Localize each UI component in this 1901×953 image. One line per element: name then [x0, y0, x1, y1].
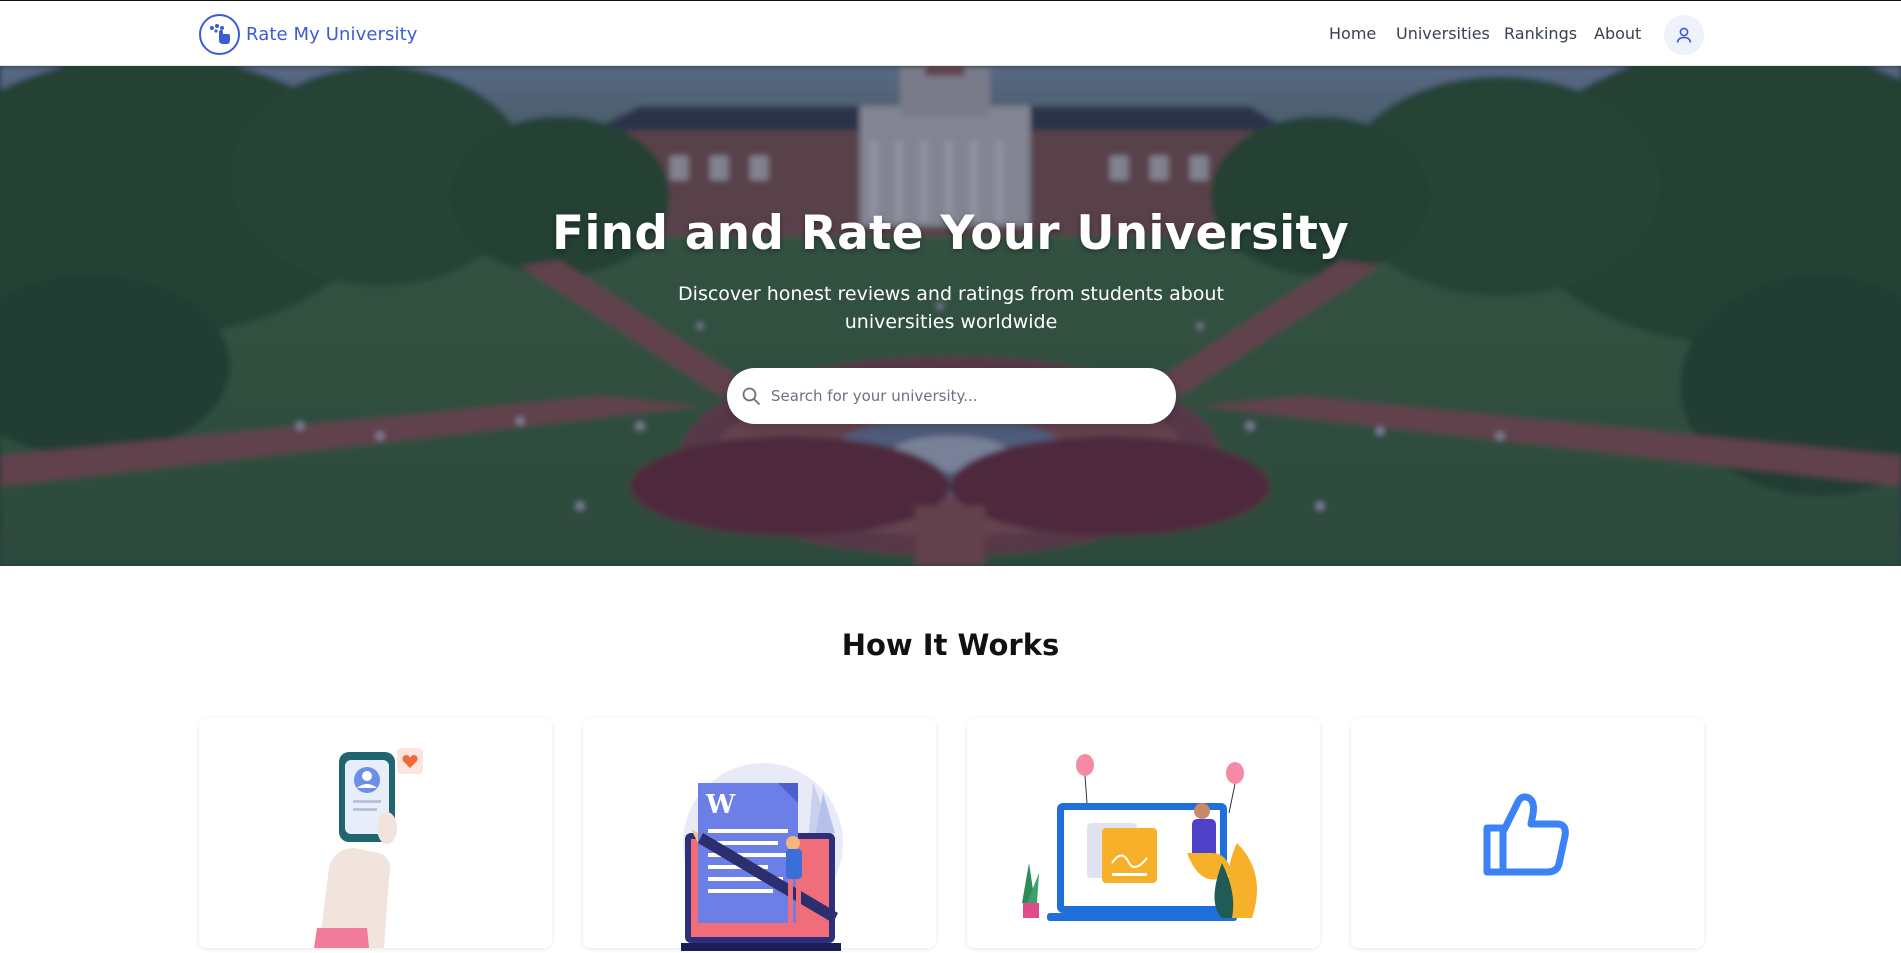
brand-link[interactable]: Rate My University: [199, 14, 418, 55]
hero-title: Find and Rate Your University: [552, 206, 1349, 261]
brand-logo-icon: [199, 14, 240, 55]
nav-home[interactable]: Home: [1329, 24, 1376, 43]
search-input[interactable]: [771, 387, 1161, 405]
search-icon: [742, 387, 760, 405]
nav-universities[interactable]: Universities: [1396, 24, 1490, 43]
thumbs-up-icon: [1483, 793, 1569, 876]
step-card-1: [199, 718, 552, 948]
site-header: Rate My University Home Universities Ran…: [0, 0, 1901, 66]
laptop-presentation-icon: [1022, 754, 1257, 921]
hero-section: Find and Rate Your University Discover h…: [0, 66, 1901, 566]
search-bar: [727, 368, 1176, 424]
svg-text:W: W: [705, 790, 736, 820]
nav-about[interactable]: About: [1594, 24, 1641, 43]
step-card-3: [967, 718, 1320, 948]
step-card-2: W: [583, 718, 936, 951]
user-icon: [1676, 27, 1692, 43]
user-profile-button[interactable]: [1664, 15, 1704, 55]
phone-profile-like-icon: [314, 748, 423, 948]
brand-name: Rate My University: [246, 24, 418, 45]
how-it-works-title: How It Works: [841, 628, 1060, 662]
nav-rankings[interactable]: Rankings: [1504, 24, 1577, 43]
hero-subtitle: Discover honest reviews and ratings from…: [678, 283, 1224, 333]
document-writing-icon: W: [681, 763, 843, 951]
step-card-4: [1351, 718, 1704, 948]
